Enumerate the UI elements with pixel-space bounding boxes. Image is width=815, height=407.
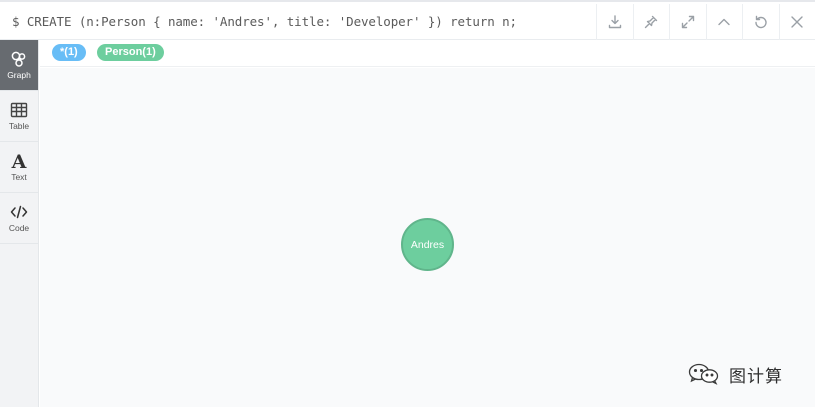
pin-button[interactable] <box>632 4 670 40</box>
graph-icon <box>11 51 26 67</box>
download-icon <box>608 15 621 29</box>
expand-button[interactable] <box>669 4 706 40</box>
table-icon <box>10 102 28 118</box>
legend-bar: *(1) Person(1) <box>40 40 815 67</box>
sidebar-item-table[interactable]: Table <box>0 91 38 142</box>
rerun-button[interactable] <box>742 4 779 40</box>
close-icon <box>791 16 803 28</box>
sidebar-item-graph[interactable]: Graph <box>0 40 38 91</box>
label-pill-all[interactable]: *(1) <box>52 44 86 61</box>
code-icon <box>10 205 28 219</box>
close-button[interactable] <box>778 4 815 40</box>
sidebar-item-label: Table <box>8 121 30 131</box>
frame-actions <box>596 4 815 40</box>
download-button[interactable] <box>596 4 633 40</box>
wechat-logo-icon <box>688 363 719 385</box>
sidebar-item-text[interactable]: A Text <box>0 142 38 193</box>
pin-icon <box>645 15 658 29</box>
sidebar-item-label: Graph <box>7 70 31 80</box>
label-pill-person[interactable]: Person(1) <box>97 44 164 61</box>
node-caption: Andres <box>410 238 445 251</box>
query-text[interactable]: $ CREATE (n:Person { name: 'Andres', tit… <box>12 14 517 29</box>
sidebar-item-code[interactable]: Code <box>0 193 38 244</box>
watermark-text: 图计算 <box>729 366 783 387</box>
frame-header: $ CREATE (n:Person { name: 'Andres', tit… <box>0 4 815 40</box>
sidebar-item-label: Text <box>11 172 27 182</box>
collapse-up-icon <box>718 18 730 26</box>
watermark: 图计算 <box>687 362 783 387</box>
rerun-icon <box>755 15 767 29</box>
sidebar-item-label: Code <box>8 223 30 233</box>
result-frame: $ CREATE (n:Person { name: 'Andres', tit… <box>0 0 815 407</box>
expand-icon <box>681 15 694 29</box>
graph-canvas[interactable]: Andres <box>40 68 815 407</box>
view-sidebar: Graph Table A Text Code <box>0 40 39 407</box>
graph-node-person[interactable]: Andres <box>401 218 454 271</box>
collapse-button[interactable] <box>705 4 743 40</box>
text-icon: A <box>11 151 27 173</box>
